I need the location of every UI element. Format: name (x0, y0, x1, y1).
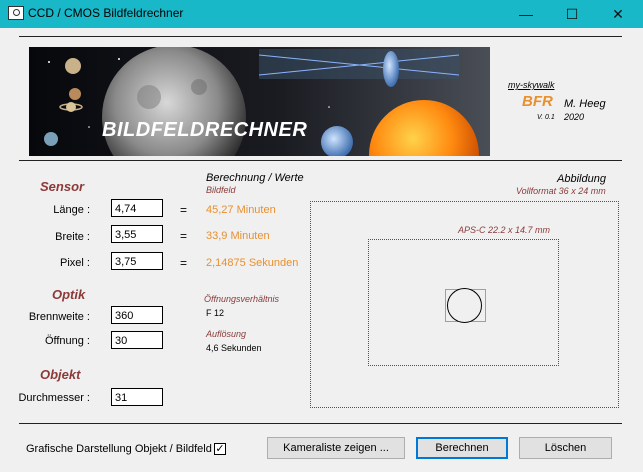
pixel-result: 2,14875 Sekunden (206, 257, 299, 269)
laenge-label: Länge : (53, 204, 90, 216)
berechnen-button[interactable]: Berechnen (416, 437, 508, 459)
title-bar: CCD / CMOS Bildfeldrechner — ☐ ✕ (0, 0, 643, 28)
durchmesser-label: Durchmesser : (18, 392, 90, 404)
oeffnungsverhaeltnis-label: Öffnungsverhältnis (204, 294, 280, 304)
objekt-heading: Objekt (40, 367, 81, 382)
breite-input[interactable]: 3,55 (111, 225, 163, 243)
brennweite-input[interactable]: 360 (111, 306, 163, 324)
divider-bottom (19, 423, 622, 424)
divider-top (19, 36, 622, 37)
optik-heading: Optik (52, 287, 86, 302)
pixel-label: Pixel : (60, 257, 90, 269)
camera-icon (8, 6, 24, 20)
object-circle (447, 288, 482, 323)
breite-label: Breite : (55, 231, 90, 243)
credit-app: BFR (522, 93, 553, 110)
durchmesser-input[interactable]: 31 (111, 388, 163, 406)
pixel-input[interactable]: 3,75 (111, 252, 163, 270)
laenge-input[interactable]: 4,74 (111, 199, 163, 217)
credit-year: 2020 (564, 112, 585, 122)
minimize-button[interactable]: — (503, 0, 549, 28)
client-area: BILDFELDRECHNER my-skywalk BFR M. Heeg V… (0, 28, 643, 472)
close-button[interactable]: ✕ (595, 0, 641, 28)
eq-sign-breite: = (180, 229, 188, 243)
grafik-checkbox[interactable]: ✓ (214, 443, 226, 455)
credit-author: M. Heeg (564, 98, 606, 110)
vollformat-label: Vollformat 36 x 24 mm (516, 186, 606, 196)
brennweite-label: Brennweite : (28, 311, 90, 323)
results-heading: Berechnung / Werte (206, 172, 304, 184)
divider-middle (19, 160, 622, 161)
abbildung-heading: Abbildung (557, 173, 606, 185)
banner-image: BILDFELDRECHNER (29, 47, 490, 156)
loeschen-button[interactable]: Löschen (519, 437, 612, 459)
aps-c-label: APS-C 22.2 x 14.7 mm (458, 225, 551, 235)
aufloesung-value: 4,6 Sekunden (206, 343, 262, 353)
maximize-button[interactable]: ☐ (549, 0, 595, 28)
bildfeld-label: Bildfeld (206, 185, 236, 195)
eq-sign-laenge: = (180, 203, 188, 217)
credit-version: V. 0.1 (537, 114, 555, 121)
eq-sign-pixel: = (180, 256, 188, 270)
oeffnungsverhaeltnis-value: F 12 (206, 308, 225, 318)
oeffnung-label: Öffnung : (44, 335, 90, 347)
laenge-result: 45,27 Minuten (206, 204, 276, 216)
aufloesung-label: Auflösung (206, 329, 247, 339)
oeffnung-input[interactable]: 30 (111, 331, 163, 349)
grafik-checkbox-label: Grafische Darstellung Objekt / Bildfeld (26, 443, 212, 455)
banner-title: BILDFELDRECHNER (102, 119, 308, 141)
window-title: CCD / CMOS Bildfeldrechner (28, 6, 184, 20)
breite-result: 33,9 Minuten (206, 230, 270, 242)
credit-site: my-skywalk (508, 80, 555, 90)
kameraliste-button[interactable]: Kameraliste zeigen ... (267, 437, 405, 459)
sensor-heading: Sensor (40, 179, 85, 194)
